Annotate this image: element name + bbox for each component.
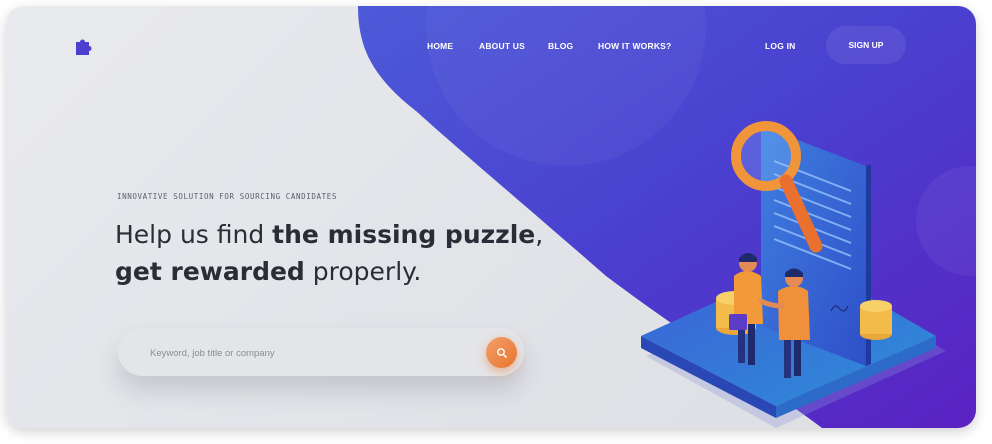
search-bar bbox=[118, 328, 524, 376]
sign-up-button[interactable]: SIGN UP bbox=[826, 26, 906, 64]
illustration-handshake bbox=[641, 121, 946, 428]
nav-how-it-works[interactable]: HOW IT WORKS? bbox=[598, 41, 671, 51]
headline-line1-post: , bbox=[535, 220, 544, 249]
search-button[interactable] bbox=[486, 337, 517, 368]
search-input[interactable] bbox=[148, 342, 472, 364]
nav-log-in[interactable]: LOG IN bbox=[765, 41, 795, 51]
headline-line1-pre: Help us find bbox=[115, 220, 273, 249]
headline-line1-bold: the missing puzzle bbox=[272, 220, 536, 249]
nav-about-us[interactable]: ABOUT US bbox=[479, 41, 525, 51]
puzzle-icon[interactable] bbox=[74, 36, 96, 56]
search-icon bbox=[496, 347, 507, 358]
hero-kicker: INNOVATIVE SOLUTION FOR SOURCING CANDIDA… bbox=[117, 192, 337, 201]
nav-home[interactable]: HOME bbox=[427, 41, 453, 51]
hero-headline: Help us find the missing puzzle, get rew… bbox=[115, 216, 543, 290]
headline-line2-bold: get rewarded bbox=[115, 257, 305, 286]
nav-blog[interactable]: BLOG bbox=[548, 41, 573, 51]
headline-line2-post: properly. bbox=[304, 257, 422, 286]
hero-card: HOME ABOUT US BLOG HOW IT WORKS? LOG IN … bbox=[6, 6, 976, 428]
